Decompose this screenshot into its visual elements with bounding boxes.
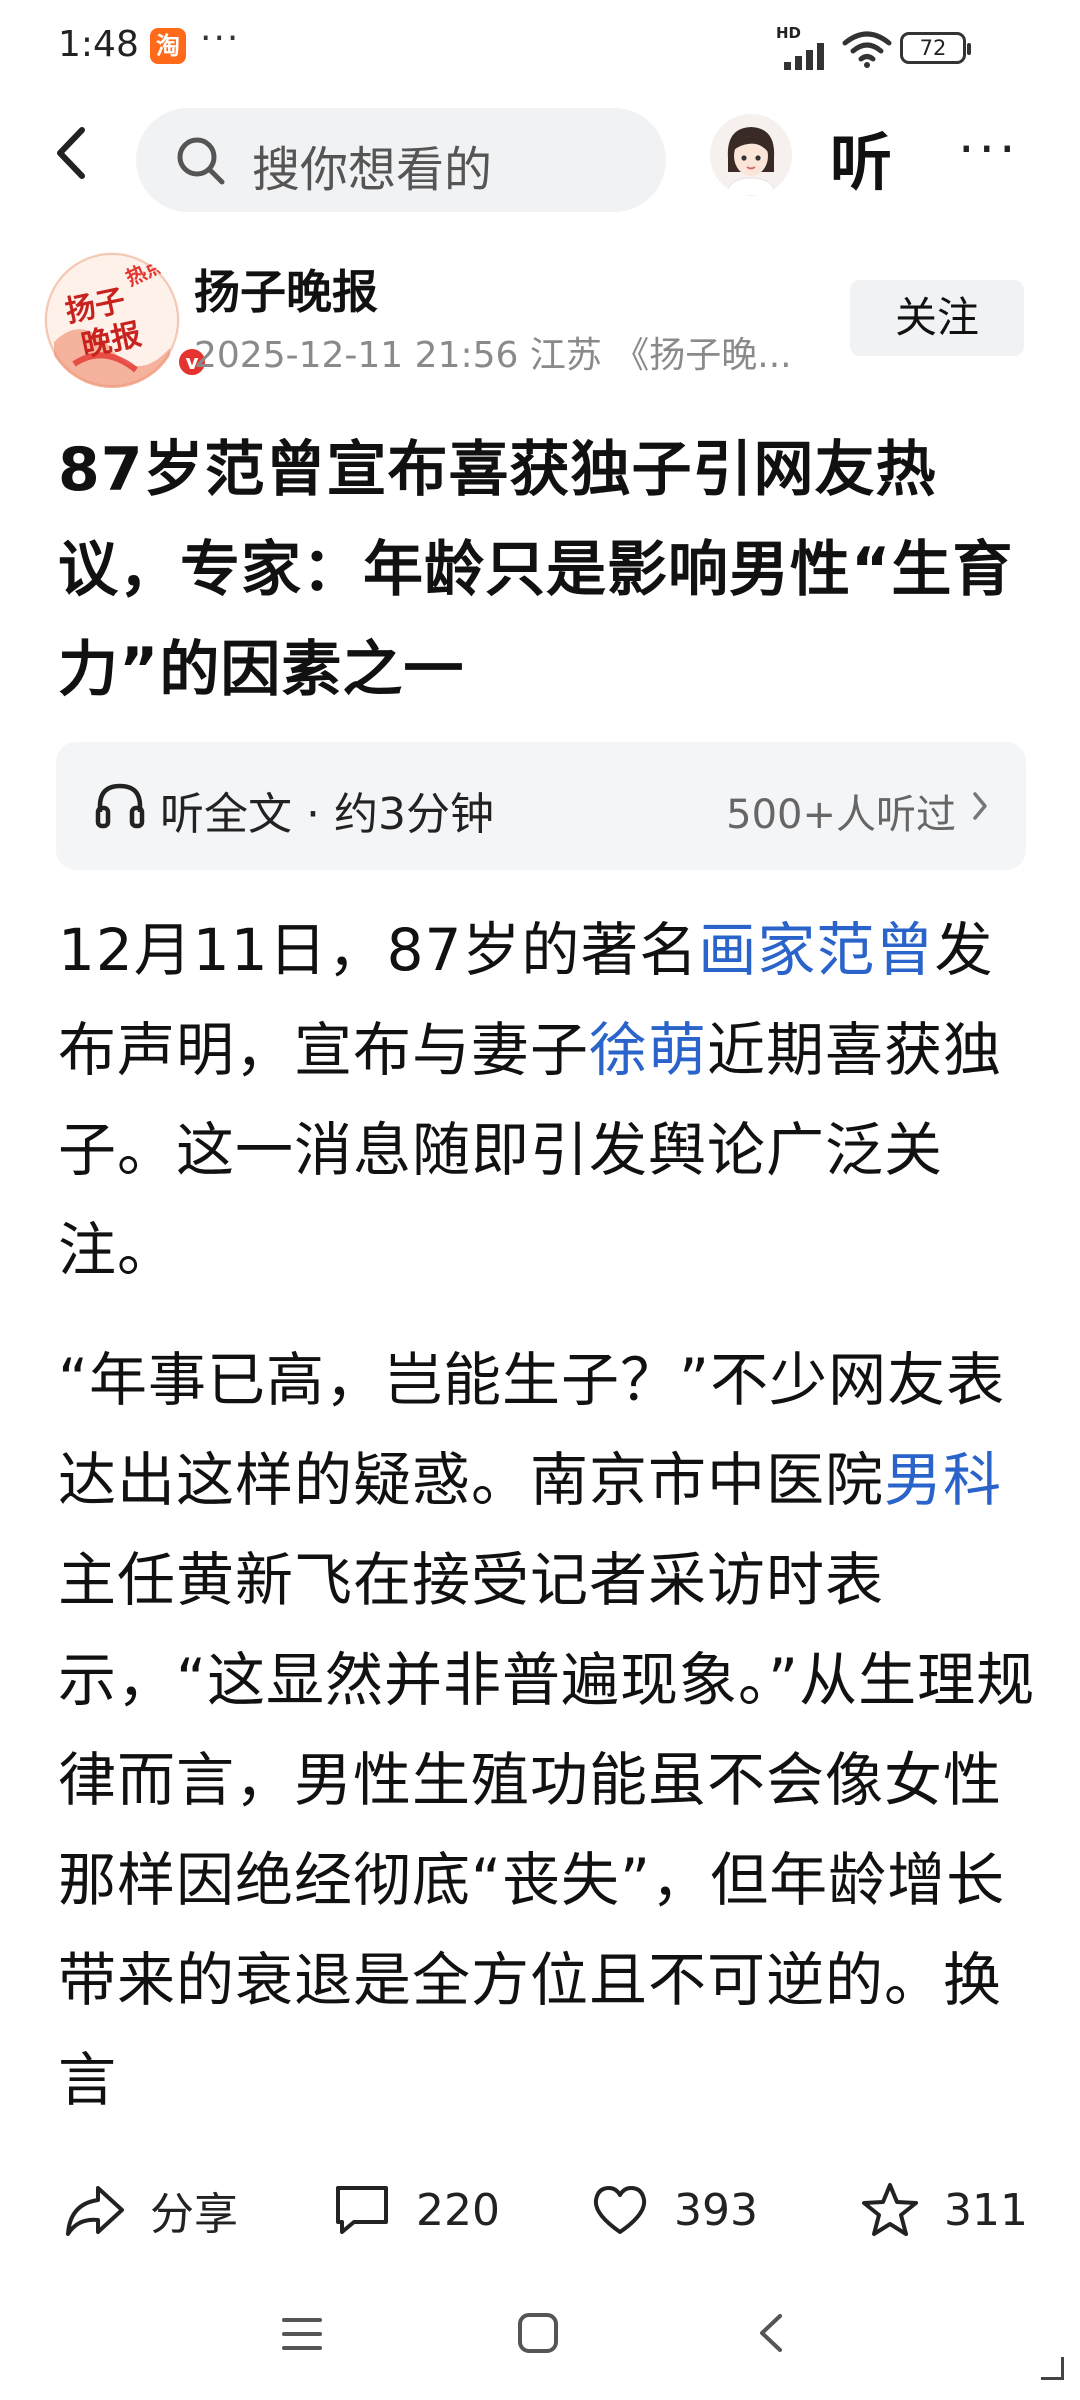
status-time: 1:48 [58, 24, 139, 65]
favorite-button[interactable]: 311 [860, 2178, 1028, 2242]
follow-button[interactable]: 关注 [850, 280, 1024, 356]
listen-button[interactable]: 听 [830, 112, 892, 202]
search-icon [177, 137, 225, 185]
hd-label: HD [776, 24, 802, 42]
paragraph-2: “年事已高，岂能生子？”不少网友表达出这样的疑惑。南京市中医院男科主任黄新飞在接… [58, 1330, 1038, 2130]
comment-count: 220 [416, 2184, 500, 2236]
status-more-icon: ··· [200, 18, 241, 59]
favorite-count: 311 [944, 2184, 1028, 2236]
back-button[interactable] [40, 118, 110, 188]
battery-icon: 72 [900, 32, 971, 64]
top-bar: 搜你想看的 听 ··· [0, 100, 1080, 212]
wifi-icon [842, 31, 892, 68]
recent-apps-icon[interactable] [280, 2314, 324, 2354]
star-icon [862, 2183, 918, 2236]
paragraph-1: 12月11日，87岁的著名画家范曾发布声明，宣布与妻子徐萌近期喜获独子。这一消息… [58, 900, 1038, 1300]
back-arrow-icon [57, 127, 85, 179]
avatar[interactable] [710, 114, 792, 196]
link-andrology[interactable]: 男科 [884, 1446, 1002, 1514]
search-input[interactable]: 搜你想看的 [136, 108, 666, 212]
nav-back-icon[interactable] [752, 2310, 792, 2356]
link-xu-meng[interactable]: 徐萌 [589, 1016, 707, 1084]
corner-mark [1041, 2357, 1064, 2380]
like-button[interactable]: 393 [590, 2178, 758, 2242]
author-logo[interactable]: 热点侠 扬子 晚报 [44, 252, 180, 388]
like-count: 393 [674, 2184, 758, 2236]
listen-full-article-bar[interactable]: 听全文 · 约3分钟 500+人听过 [56, 742, 1026, 870]
author-name[interactable]: 扬子晚报 [194, 256, 378, 322]
comment-icon [336, 2186, 388, 2234]
action-bar: 分享 220 393 311 [0, 2150, 1080, 2260]
listen-count: 500+人听过 [726, 792, 956, 838]
more-options-button[interactable]: ··· [958, 124, 1020, 176]
taobao-notification-icon: 淘 [150, 28, 186, 64]
comment-button[interactable]: 220 [332, 2178, 500, 2242]
author-meta: 2025-12-11 21:56 江苏 《扬子晚... [194, 335, 792, 376]
author-row: 热点侠 扬子 晚报 v 扬子晚报 2025-12-11 21:56 江苏 《扬子… [0, 250, 1080, 388]
listen-full-label: 听全文 · 约3分钟 [160, 789, 494, 840]
article-body: 12月11日，87岁的著名画家范曾发布声明，宣布与妻子徐萌近期喜获独子。这一消息… [58, 900, 1038, 2160]
article-title: 87岁范曾宣布喜获独子引网友热议，专家：年龄只是影响男性“生育力”的因素之一 [58, 435, 1014, 705]
status-bar: 1:48 淘 ··· HD 72 [0, 0, 1080, 100]
p2-text-b: 主任黄新飞在接受记者采访时表示，“这显然并非普遍现象。”从生理规律而言，男性生殖… [58, 1546, 1036, 2114]
p2-text-a: “年事已高，岂能生子？”不少网友表达出这样的疑惑。南京市中医院 [58, 1346, 1006, 1514]
headphones-icon [95, 783, 145, 829]
share-icon [66, 2186, 124, 2236]
chevron-right-icon [973, 792, 987, 820]
link-painter-fan-zeng[interactable]: 画家范曾 [698, 916, 934, 984]
p1-text-a: 12月11日，87岁的著名 [58, 916, 699, 984]
share-label: 分享 [150, 2189, 238, 2240]
cellular-signal-icon: HD [776, 24, 832, 70]
home-icon[interactable] [515, 2310, 561, 2356]
share-button[interactable]: 分享 [64, 2178, 238, 2242]
heart-icon [593, 2186, 647, 2234]
system-nav-bar [0, 2270, 1080, 2400]
search-placeholder: 搜你想看的 [252, 142, 493, 198]
